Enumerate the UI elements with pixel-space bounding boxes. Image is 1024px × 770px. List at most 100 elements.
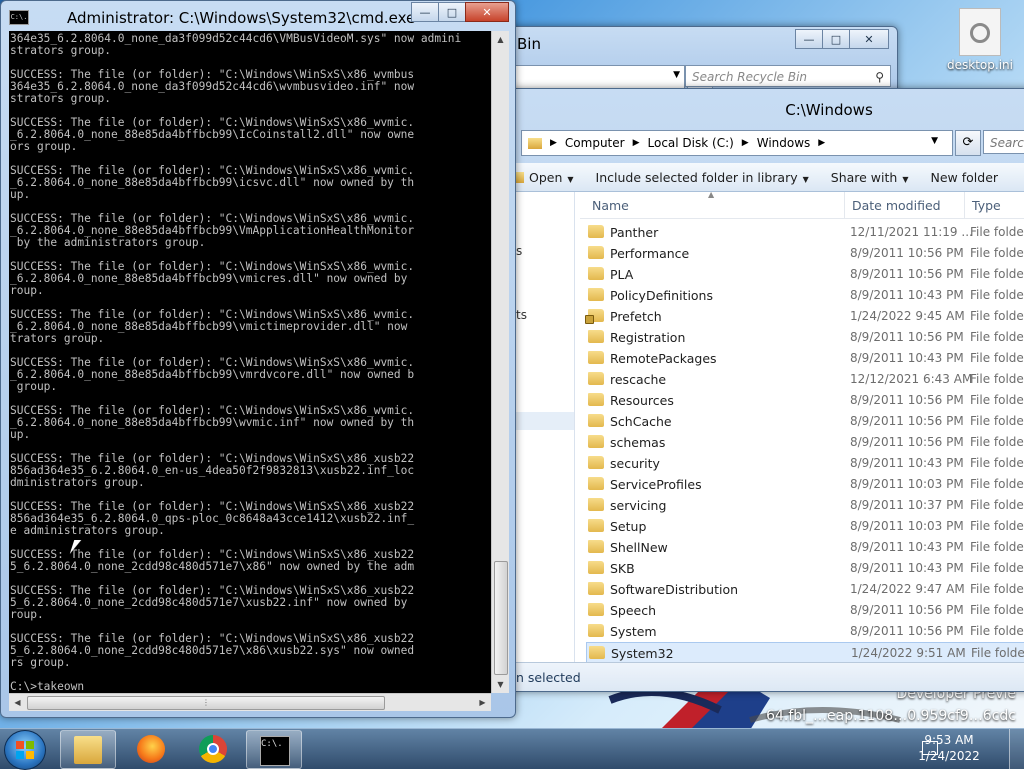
file-date-modified: 8/9/2011 10:37 PM <box>850 498 964 512</box>
breadcrumb-windows[interactable]: Windows <box>757 136 811 150</box>
recycle-address-bar[interactable]: ▼ <box>515 65 685 89</box>
minimize-button[interactable]: — <box>411 2 439 22</box>
list-item[interactable]: SoftwareDistribution 1/24/2022 9:47 AM Fil… <box>586 579 1024 600</box>
file-list[interactable]: Name ▲ Date modified Type Panther 12/11/2… <box>580 190 1024 663</box>
column-divider[interactable] <box>964 192 965 218</box>
file-name: System <box>610 624 657 639</box>
list-item[interactable]: Registration 8/9/2011 10:56 PM File folder <box>586 327 1024 348</box>
taskbar-cmd-button[interactable]: C:\. <box>246 730 302 769</box>
chevron-down-icon[interactable]: ▼ <box>673 70 680 80</box>
list-item[interactable]: SKB 8/9/2011 10:43 PM File folder <box>586 558 1024 579</box>
column-divider[interactable] <box>844 192 845 218</box>
horizontal-scrollbar[interactable]: ◀ ⋮ ▶ <box>9 693 491 711</box>
breadcrumb-separator[interactable]: ▶ <box>550 138 557 148</box>
desktop-ini-file[interactable]: desktop.ini <box>940 8 1020 72</box>
maximize-button[interactable]: □ <box>438 2 466 22</box>
cmd-icon: C:\. <box>260 736 290 766</box>
breadcrumb-separator[interactable]: ▶ <box>818 138 825 148</box>
list-item[interactable]: System32 1/24/2022 9:51 AM File folder <box>586 642 1024 663</box>
new-folder-button[interactable]: New folder <box>931 170 999 185</box>
folder-icon <box>588 519 604 532</box>
recycle-caption-buttons: — □ ✕ <box>795 29 889 49</box>
folder-icon <box>588 540 604 553</box>
explorer-window[interactable]: C:\Windows ▶ Computer ▶ Local Disk (C:) … <box>498 88 1024 692</box>
file-type: File folder <box>970 519 1024 533</box>
file-date-modified: 8/9/2011 10:56 PM <box>850 393 964 407</box>
file-name: RemotePackages <box>610 351 717 366</box>
column-name[interactable]: Name <box>592 198 629 213</box>
vertical-scroll-thumb[interactable] <box>494 561 508 675</box>
maximize-button[interactable]: □ <box>822 29 850 49</box>
list-item[interactable]: ShellNew 8/9/2011 10:43 PM File folder <box>586 537 1024 558</box>
taskbar: C:\. 9:53 AM 1/24/2022 <box>0 728 1024 770</box>
include-in-library-button[interactable]: Include selected folder in library ▼ <box>596 170 809 185</box>
file-date-modified: 8/9/2011 10:43 PM <box>850 456 964 470</box>
windows-logo-icon <box>16 741 34 759</box>
scroll-up-arrow-icon[interactable]: ▲ <box>492 31 509 48</box>
list-item[interactable]: rescache 12/12/2021 6:43 AM File folder <box>586 369 1024 390</box>
list-item[interactable]: System 8/9/2011 10:56 PM File folder <box>586 621 1024 642</box>
explorer-search-input[interactable]: Searc <box>983 130 1024 154</box>
folder-icon <box>74 736 102 764</box>
list-item[interactable]: Speech 8/9/2011 10:56 PM File folder <box>586 600 1024 621</box>
recycle-search-input[interactable]: Search Recycle Bin ⚲ <box>685 65 891 87</box>
column-date-modified[interactable]: Date modified <box>852 198 941 213</box>
list-item[interactable]: security 8/9/2011 10:43 PM File folder <box>586 453 1024 474</box>
breadcrumb-separator[interactable]: ▶ <box>742 138 749 148</box>
list-item[interactable]: Performance 8/9/2011 10:56 PM File folder <box>586 243 1024 264</box>
share-label: Share with <box>830 169 898 185</box>
list-item[interactable]: servicing 8/9/2011 10:37 PM File folder <box>586 495 1024 516</box>
show-desktop-button[interactable] <box>1009 729 1024 769</box>
taskbar-chrome-button[interactable] <box>186 730 240 767</box>
explorer-refresh-button[interactable]: ⟳ <box>955 130 981 156</box>
minimize-button[interactable]: — <box>795 29 823 49</box>
column-type[interactable]: Type <box>972 198 1001 213</box>
explorer-content: s ts Name ▲ Date modified Type Panther 12… <box>500 190 1024 663</box>
file-name: PolicyDefinitions <box>610 288 713 303</box>
file-date-modified: 8/9/2011 10:56 PM <box>850 246 964 260</box>
list-item[interactable]: RemotePackages 8/9/2011 10:43 PM File fold… <box>586 348 1024 369</box>
breadcrumb-local-disk[interactable]: Local Disk (C:) <box>648 136 734 150</box>
system-clock[interactable]: 9:53 AM 1/24/2022 <box>904 732 994 766</box>
file-name: ShellNew <box>610 540 668 555</box>
start-button[interactable] <box>4 730 46 770</box>
clock-time: 9:53 AM <box>924 733 974 747</box>
list-item[interactable]: PolicyDefinitions 8/9/2011 10:43 PM File f… <box>586 285 1024 306</box>
cmd-window[interactable]: C:\. Administrator: C:\Windows\System32\… <box>0 0 516 718</box>
folder-icon <box>588 414 604 427</box>
nav-item[interactable]: ts <box>516 308 527 322</box>
folder-icon <box>588 372 604 385</box>
list-item[interactable]: PLA 8/9/2011 10:56 PM File folder <box>586 264 1024 285</box>
cmd-system-icon[interactable]: C:\. <box>9 10 29 25</box>
taskbar-firefox-button[interactable] <box>124 730 178 767</box>
list-item[interactable]: SchCache 8/9/2011 10:56 PM File folder <box>586 411 1024 432</box>
list-item[interactable]: ServiceProfiles 8/9/2011 10:03 PM File fol… <box>586 474 1024 495</box>
file-type: File folder <box>970 414 1024 428</box>
list-item[interactable]: Resources 8/9/2011 10:56 PM File folder <box>586 390 1024 411</box>
share-with-button[interactable]: Share with ▼ <box>831 170 909 185</box>
open-button[interactable]: Open ▼ <box>510 170 574 185</box>
scroll-down-arrow-icon[interactable]: ▼ <box>492 676 509 693</box>
breadcrumb-separator[interactable]: ▶ <box>633 138 640 148</box>
taskbar-explorer-button[interactable] <box>60 730 116 769</box>
list-item[interactable]: schemas 8/9/2011 10:56 PM File folder <box>586 432 1024 453</box>
horizontal-scroll-thumb[interactable]: ⋮ <box>27 696 385 710</box>
list-item[interactable]: Panther 12/11/2021 11:19 ... File folder <box>586 222 1024 243</box>
vertical-scrollbar[interactable]: ▲ ▼ <box>491 31 509 693</box>
file-name: Resources <box>610 393 674 408</box>
file-name: security <box>610 456 660 471</box>
list-item[interactable]: Prefetch 1/24/2022 9:45 AM File folder <box>585 306 1024 327</box>
status-text: n selected <box>516 670 581 685</box>
close-button[interactable]: ✕ <box>465 2 509 22</box>
console-output-area[interactable]: 364e35_6.2.8064.0_none_da3f099d52c44cd6\… <box>9 31 491 693</box>
close-button[interactable]: ✕ <box>849 29 889 49</box>
firefox-icon <box>137 735 165 763</box>
explorer-address-bar[interactable]: ▶ Computer ▶ Local Disk (C:) ▶ Windows ▶… <box>521 130 953 156</box>
file-type: File folder <box>970 246 1024 260</box>
nav-item[interactable]: s <box>516 244 522 258</box>
scroll-left-arrow-icon[interactable]: ◀ <box>9 694 26 711</box>
list-item[interactable]: Setup 8/9/2011 10:03 PM File folder <box>586 516 1024 537</box>
scroll-right-arrow-icon[interactable]: ▶ <box>474 694 491 711</box>
chevron-down-icon[interactable]: ▼ <box>931 136 938 146</box>
breadcrumb-computer[interactable]: Computer <box>565 136 625 150</box>
